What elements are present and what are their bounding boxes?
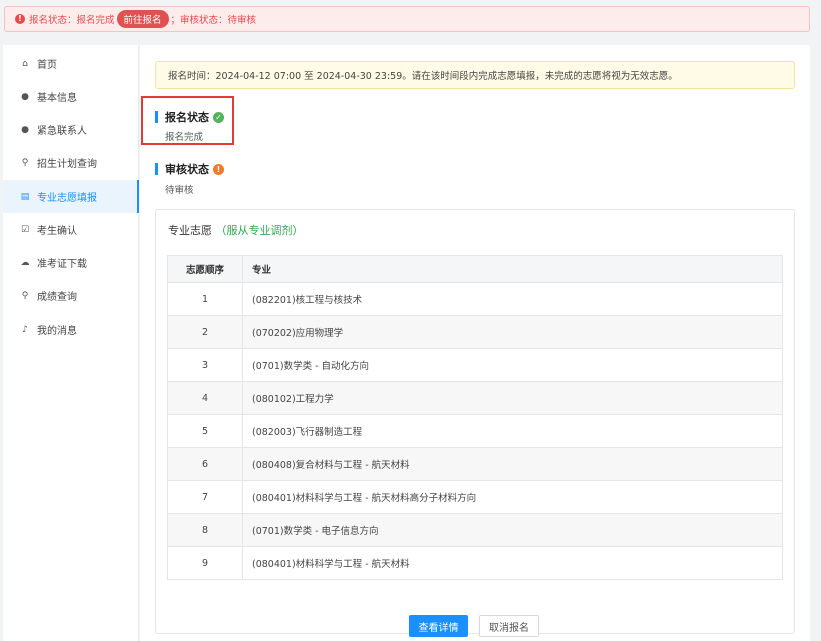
preferences-table: 志愿顺序 专业 1 (082201)核工程与核技术 2 (070202)应用物理… — [167, 255, 783, 580]
card-title: 专业志愿 （服从专业调剂） — [168, 222, 304, 238]
sidebar-item-score-query[interactable]: ⚲ 成绩查询 — [3, 279, 139, 312]
table-row: 3 (0701)数学类 - 自动化方向 — [167, 348, 783, 382]
table-row: 2 (070202)应用物理学 — [167, 315, 783, 349]
column-header-order: 志愿顺序 — [167, 255, 243, 283]
document-icon: ▤ — [20, 191, 30, 202]
sidebar-item-label: 我的消息 — [37, 326, 77, 337]
checkbox-icon: ☑ — [20, 224, 30, 235]
sidebar-item-basic-info[interactable]: ● 基本信息 — [3, 80, 139, 113]
sidebar-item-candidate-confirm[interactable]: ☑ 考生确认 — [3, 213, 139, 246]
time-notice: 报名时间：2024-04-12 07:00 至 2024-04-30 23:59… — [155, 61, 795, 89]
sidebar-item-label: 准考证下载 — [37, 259, 87, 270]
go-register-button[interactable]: 前往报名 — [116, 10, 169, 28]
major-cell: (080401)材料科学与工程 - 航天材料高分子材料方向 — [242, 480, 783, 514]
order-cell: 5 — [167, 414, 243, 448]
order-cell: 2 — [167, 315, 243, 349]
order-cell: 9 — [167, 546, 243, 580]
search-icon: ⚲ — [21, 290, 29, 301]
sidebar-item-label: 紧急联系人 — [37, 126, 87, 137]
order-cell: 3 — [167, 348, 243, 382]
column-header-major: 专业 — [242, 255, 783, 283]
user-icon: ● — [21, 91, 29, 102]
search-icon: ⚲ — [21, 157, 29, 168]
sidebar-item-admission-ticket[interactable]: ☁ 准考证下载 — [3, 246, 139, 279]
table-row: 7 (080401)材料科学与工程 - 航天材料高分子材料方向 — [167, 480, 783, 514]
major-cell: (070202)应用物理学 — [242, 315, 783, 349]
exclamation-icon: ! — [213, 163, 224, 175]
adjustment-note: （服从专业调剂） — [215, 224, 304, 237]
exclamation-icon: ! — [15, 14, 25, 24]
order-cell: 6 — [167, 447, 243, 481]
sidebar-item-messages[interactable]: ♪ 我的消息 — [3, 313, 139, 346]
major-cell: (080102)工程力学 — [242, 381, 783, 415]
sidebar-item-enrollment-plan[interactable]: ⚲ 招生计划查询 — [3, 146, 139, 179]
table-header-row: 志愿顺序 专业 — [167, 255, 783, 283]
home-icon: ⌂ — [22, 58, 28, 69]
sidebar-item-label: 首页 — [37, 60, 57, 71]
table-row: 6 (080408)复合材料与工程 - 航天材料 — [167, 447, 783, 481]
user-icon: ● — [21, 124, 29, 135]
major-cell: (080408)复合材料与工程 - 航天材料 — [242, 447, 783, 481]
order-cell: 7 — [167, 480, 243, 514]
major-cell: (082201)核工程与核技术 — [242, 282, 783, 316]
major-preferences-card: 专业志愿 （服从专业调剂） 志愿顺序 专业 1 (082201)核工程与核技术 … — [155, 209, 795, 634]
review-status-heading: 审核状态 ! — [155, 161, 224, 177]
table-row: 9 (080401)材料科学与工程 - 航天材料 — [167, 546, 783, 580]
review-status-value: 待审核 — [165, 185, 194, 196]
sidebar-item-label: 成绩查询 — [37, 292, 77, 303]
view-details-button[interactable]: 查看详情 — [409, 615, 468, 637]
order-cell: 4 — [167, 381, 243, 415]
sidebar: ⌂ 首页 ● 基本信息 ● 紧急联系人 ⚲ 招生计划查询 ▤ 专业志愿填报 ☑ … — [3, 45, 139, 641]
highlight-box — [141, 96, 234, 145]
sidebar-item-major-application[interactable]: ▤ 专业志愿填报 — [3, 180, 139, 213]
main-content: 报名时间：2024-04-12 07:00 至 2024-04-30 23:59… — [140, 45, 810, 641]
status-alert: ! 报名状态：报名完成 前往报名 ；审核状态：待审核 — [4, 6, 810, 32]
order-cell: 1 — [167, 282, 243, 316]
sidebar-item-label: 招生计划查询 — [37, 159, 97, 170]
sidebar-item-label: 基本信息 — [37, 93, 77, 104]
sidebar-item-label: 考生确认 — [37, 226, 77, 237]
alert-review-text: ；审核状态：待审核 — [170, 15, 257, 26]
card-title-text: 专业志愿 — [168, 224, 212, 237]
alert-registration-text: 报名状态：报名完成 — [29, 15, 115, 26]
cancel-registration-button[interactable]: 取消报名 — [479, 615, 539, 637]
major-cell: (080401)材料科学与工程 - 航天材料 — [242, 546, 783, 580]
major-cell: (0701)数学类 - 电子信息方向 — [242, 513, 783, 547]
table-row: 1 (082201)核工程与核技术 — [167, 282, 783, 316]
table-row: 8 (0701)数学类 - 电子信息方向 — [167, 513, 783, 547]
sidebar-item-home[interactable]: ⌂ 首页 — [3, 47, 139, 80]
table-row: 4 (080102)工程力学 — [167, 381, 783, 415]
bell-icon: ♪ — [22, 324, 28, 335]
major-cell: (082003)飞行器制造工程 — [242, 414, 783, 448]
accent-bar — [155, 163, 158, 175]
sidebar-item-label: 专业志愿填报 — [37, 193, 97, 204]
sidebar-item-emergency-contact[interactable]: ● 紧急联系人 — [3, 113, 139, 146]
major-cell: (0701)数学类 - 自动化方向 — [242, 348, 783, 382]
cloud-download-icon: ☁ — [20, 257, 30, 268]
table-row: 5 (082003)飞行器制造工程 — [167, 414, 783, 448]
order-cell: 8 — [167, 513, 243, 547]
review-status-title: 审核状态 — [165, 163, 209, 176]
